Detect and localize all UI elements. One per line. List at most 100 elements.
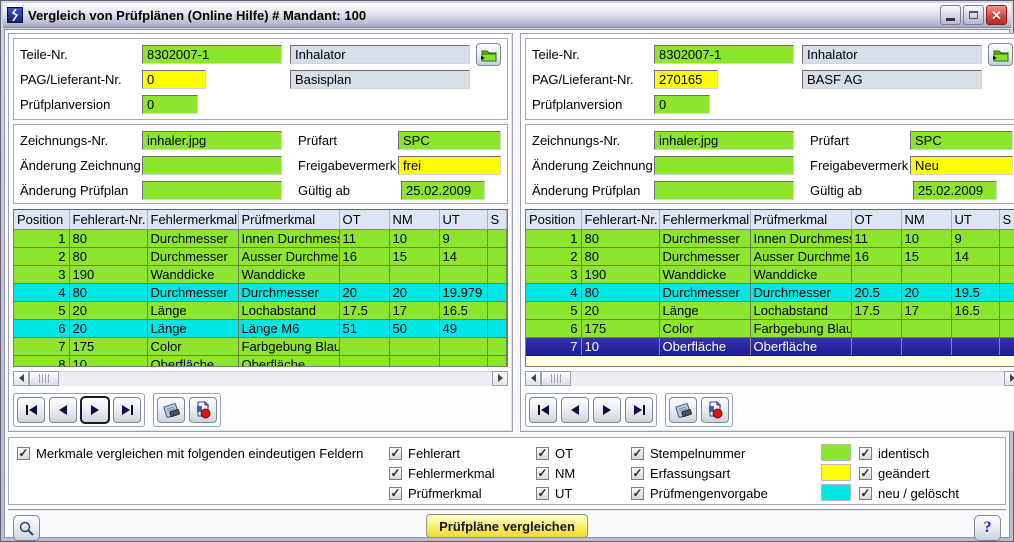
pag-nr-field[interactable]: 270165 (654, 70, 718, 89)
table-row[interactable]: 180DurchmesserInnen Durchmesser11109 (14, 229, 507, 247)
teile-nr-field[interactable]: 8302007-1 (142, 45, 282, 64)
clear-note-button[interactable] (669, 397, 697, 423)
aend-zeichnung-field[interactable] (654, 156, 794, 175)
pag-name-field[interactable]: BASF AG (802, 70, 982, 89)
field-checkbox[interactable] (389, 447, 402, 460)
freigabe-field[interactable]: Neu (910, 156, 1013, 175)
field-checkbox[interactable] (631, 447, 644, 460)
maximize-button[interactable] (963, 5, 984, 25)
table-row[interactable]: 6175ColorFarbgebung Blau (526, 319, 1014, 337)
scroll-right-button[interactable] (1004, 371, 1014, 386)
pruefart-field[interactable]: SPC (910, 131, 1013, 150)
last-record-button[interactable] (625, 397, 653, 423)
column-header[interactable]: Fehlermerkmal (147, 210, 238, 229)
field-checkbox[interactable] (631, 467, 644, 480)
gueltig-field[interactable]: 25.02.2009 (401, 181, 485, 200)
column-header[interactable]: UT (439, 210, 487, 229)
previous-record-button[interactable] (49, 397, 77, 423)
next-record-button[interactable] (81, 397, 109, 423)
clear-note-button[interactable] (157, 397, 185, 423)
scroll-right-button[interactable] (492, 371, 508, 386)
table-row[interactable]: 710OberflächeOberfläche (526, 337, 1014, 355)
table-row[interactable]: 280DurchmesserAusser Durchmesser161514 (526, 247, 1014, 265)
column-header[interactable]: NM (389, 210, 439, 229)
minimize-button[interactable] (940, 5, 961, 25)
legend-checkbox[interactable] (859, 447, 872, 460)
table-row[interactable]: 3190WanddickeWanddicke (14, 265, 507, 283)
scrollbar-thumb[interactable] (29, 371, 59, 386)
column-header[interactable]: S (487, 210, 507, 229)
table-row[interactable]: 520LängeLochabstand17.51716.5 (526, 301, 1014, 319)
version-field[interactable]: 0 (142, 95, 198, 114)
field-checkbox[interactable] (536, 467, 549, 480)
scrollbar-thumb[interactable] (541, 371, 571, 386)
table-cell: Ausser Durchmesser (750, 247, 851, 265)
column-header[interactable]: OT (851, 210, 901, 229)
table-row[interactable]: 7175ColorFarbgebung Blau (14, 337, 507, 355)
column-header[interactable]: OT (339, 210, 389, 229)
aend-pruefplan-field[interactable] (654, 181, 794, 200)
record-report-button[interactable] (701, 397, 729, 423)
record-report-button[interactable] (189, 397, 217, 423)
table-row[interactable]: 180DurchmesserInnen Durchmesser11109 (526, 229, 1014, 247)
column-header[interactable]: Fehlerart-Nr. (581, 210, 659, 229)
table-cell: 11 (851, 229, 901, 247)
column-header[interactable]: NM (901, 210, 951, 229)
first-record-button[interactable] (17, 397, 45, 423)
column-header[interactable]: Fehlermerkmal (659, 210, 750, 229)
pag-name-field[interactable]: Basisplan (290, 70, 470, 89)
first-record-button[interactable] (529, 397, 557, 423)
previous-record-button[interactable] (561, 397, 589, 423)
field-checkbox[interactable] (631, 487, 644, 500)
compare-plans-button[interactable]: Prüfpläne vergleichen (426, 514, 588, 538)
column-header[interactable]: Position (526, 210, 581, 229)
field-checkbox[interactable] (536, 487, 549, 500)
scroll-left-button[interactable] (525, 371, 541, 386)
column-header[interactable]: UT (951, 210, 999, 229)
teile-name-field[interactable]: Inhalator (290, 45, 470, 64)
open-part-button[interactable] (988, 43, 1013, 66)
zeichnung-field[interactable]: inhaler.jpg (142, 131, 282, 150)
compare-fields-checkbox[interactable] (17, 447, 30, 460)
scrollbar-track[interactable] (571, 371, 1004, 386)
table-row[interactable]: 620LängeLänge M6515049 (14, 319, 507, 337)
table-row[interactable]: 480DurchmesserDurchmesser202019.979 (14, 283, 507, 301)
previous-record-icon (571, 405, 579, 415)
aend-pruefplan-field[interactable] (142, 181, 282, 200)
teile-nr-field[interactable]: 8302007-1 (654, 45, 794, 64)
table-cell: 16.5 (439, 301, 487, 319)
table-row[interactable]: 3190WanddickeWanddicke (526, 265, 1014, 283)
teile-name-field[interactable]: Inhalator (802, 45, 982, 64)
scrollbar-track[interactable] (59, 371, 492, 386)
version-field[interactable]: 0 (654, 95, 710, 114)
column-header[interactable]: Position (14, 210, 69, 229)
freigabe-field[interactable]: frei (398, 156, 501, 175)
table-row[interactable]: 480DurchmesserDurchmesser20.52019.5 (526, 283, 1014, 301)
table-row[interactable]: 810OberflächeOberfläche (14, 355, 507, 367)
column-header[interactable]: S (999, 210, 1014, 229)
legend-checkbox[interactable] (859, 487, 872, 500)
table-row[interactable]: 280DurchmesserAusser Durchmesser161514 (14, 247, 507, 265)
last-record-button[interactable] (113, 397, 141, 423)
scroll-left-button[interactable] (13, 371, 29, 386)
column-header[interactable]: Prüfmerkmal (750, 210, 851, 229)
field-checkbox[interactable] (389, 487, 402, 500)
zeichnung-field[interactable]: inhaler.jpg (654, 131, 794, 150)
search-button[interactable] (13, 515, 40, 541)
open-part-button[interactable] (476, 43, 501, 66)
table-cell: 14 (951, 247, 999, 265)
column-header[interactable]: Fehlerart-Nr. (69, 210, 147, 229)
table-cell (487, 229, 507, 247)
help-button[interactable]: ? (974, 515, 1001, 541)
field-checkbox[interactable] (536, 447, 549, 460)
aend-zeichnung-field[interactable] (142, 156, 282, 175)
legend-checkbox[interactable] (859, 467, 872, 480)
column-header[interactable]: Prüfmerkmal (238, 210, 339, 229)
close-button[interactable]: ✕ (986, 5, 1007, 25)
next-record-button[interactable] (593, 397, 621, 423)
pruefart-field[interactable]: SPC (398, 131, 501, 150)
gueltig-field[interactable]: 25.02.2009 (913, 181, 997, 200)
pag-nr-field[interactable]: 0 (142, 70, 206, 89)
field-checkbox[interactable] (389, 467, 402, 480)
table-row[interactable]: 520LängeLochabstand17.51716.5 (14, 301, 507, 319)
